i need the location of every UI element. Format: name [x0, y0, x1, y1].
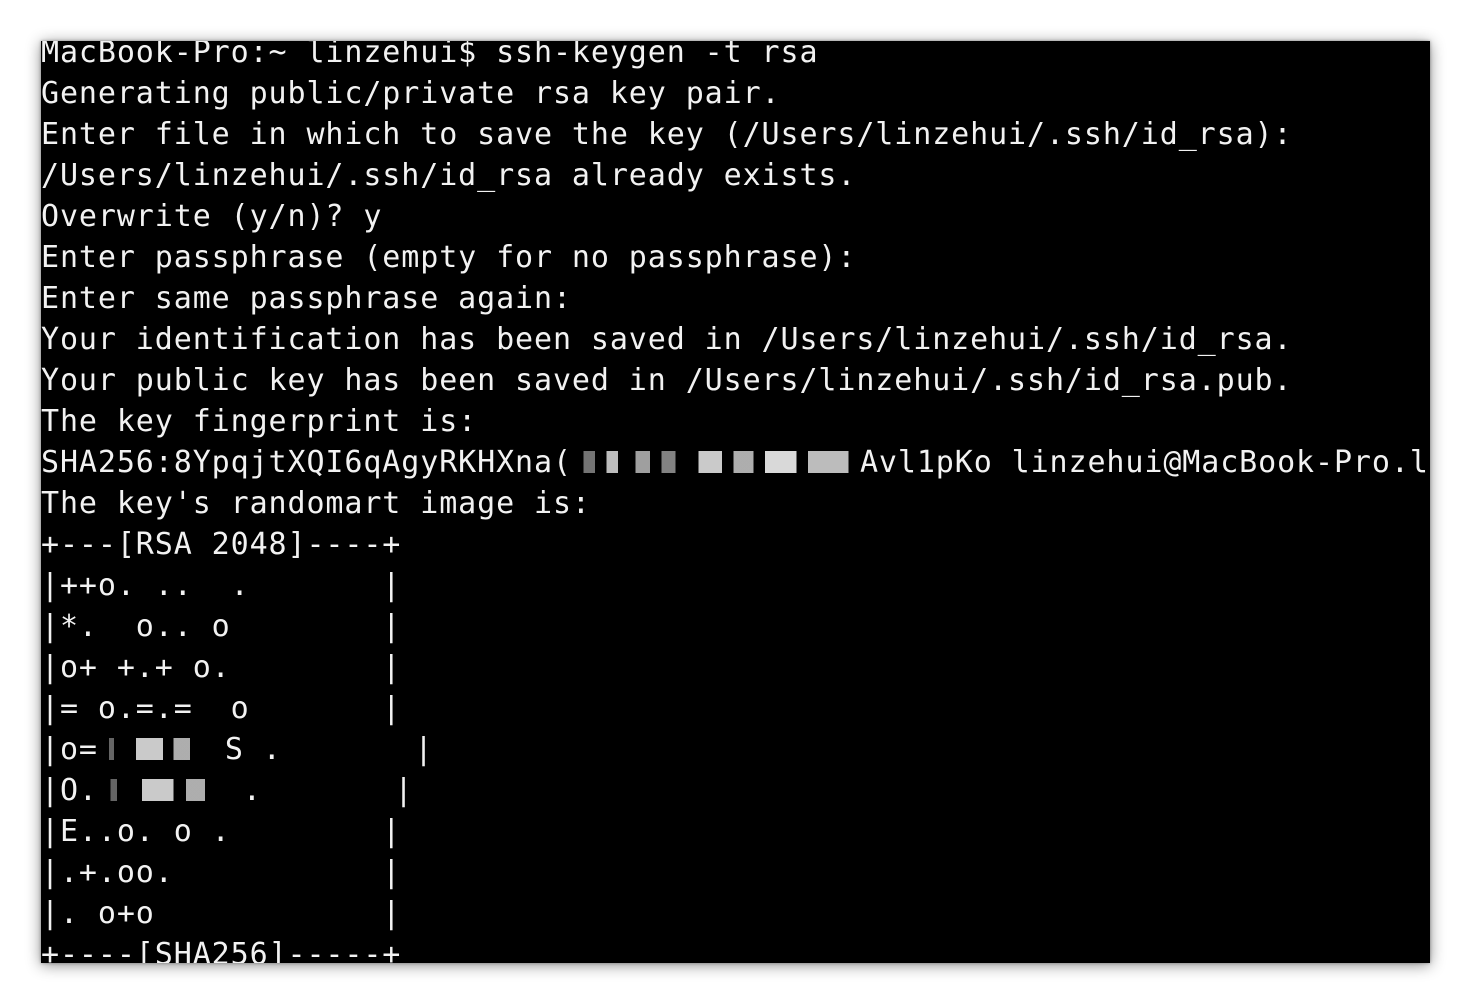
fingerprint-suffix: Avl1pKo linzehui@MacBook-Pro.local [859, 445, 1430, 480]
redacted-block [97, 737, 206, 760]
randomart-row: |.+.oo. | [41, 855, 402, 890]
output-line: Your identification has been saved in /U… [41, 322, 1293, 357]
randomart-row: |E..o. o . | [41, 814, 402, 849]
randomart-row-suffix: . | [223, 773, 414, 808]
terminal-output: MacBook-Pro:~ linzehui$ ssh-keygen -t rs… [41, 41, 1430, 963]
randomart-row: |O. . | [41, 770, 1430, 811]
output-line: The key fingerprint is: [41, 404, 478, 439]
terminal-window[interactable]: MacBook-Pro:~ linzehui$ ssh-keygen -t rs… [41, 41, 1430, 963]
randomart-row: |. o+o | [41, 896, 402, 931]
output-line: The key's randomart image is: [41, 486, 591, 521]
redacted-block [571, 450, 860, 473]
output-line: Enter same passphrase again: [41, 281, 572, 316]
output-line: Overwrite (y/n)? y [41, 199, 383, 234]
randomart-row: |*. o.. o | [41, 609, 402, 644]
randomart-row: |++o. .. . | [41, 568, 402, 603]
randomart-row-suffix: S . | [205, 732, 434, 767]
randomart-row-prefix: |o= [41, 732, 98, 767]
output-line: Enter file in which to save the key (/Us… [41, 117, 1293, 152]
randomart-row: |o= S . | [41, 729, 1430, 770]
fingerprint-line: SHA256:8YpqjtXQI6qAgyRKHXna( Avl1pKo linz… [41, 442, 1430, 483]
randomart-row: |= o.=.= o | [41, 691, 402, 726]
output-line: Enter passphrase (empty for no passphras… [41, 240, 857, 275]
output-line: Generating public/private rsa key pair. [41, 76, 781, 111]
redacted-block [97, 778, 224, 801]
output-line: Your public key has been saved in /Users… [41, 363, 1293, 398]
randomart-row: |o+ +.+ o. | [41, 650, 402, 685]
command-line: MacBook-Pro:~ linzehui$ ssh-keygen -t rs… [41, 41, 819, 70]
randomart-row-prefix: |O. [41, 773, 98, 808]
randomart-header: +---[RSA 2048]----+ [41, 527, 402, 562]
output-line: /Users/linzehui/.ssh/id_rsa already exis… [41, 158, 857, 193]
fingerprint-prefix: SHA256:8YpqjtXQI6qAgyRKHXna( [41, 445, 572, 480]
randomart-footer: +----[SHA256]-----+ [41, 937, 402, 963]
